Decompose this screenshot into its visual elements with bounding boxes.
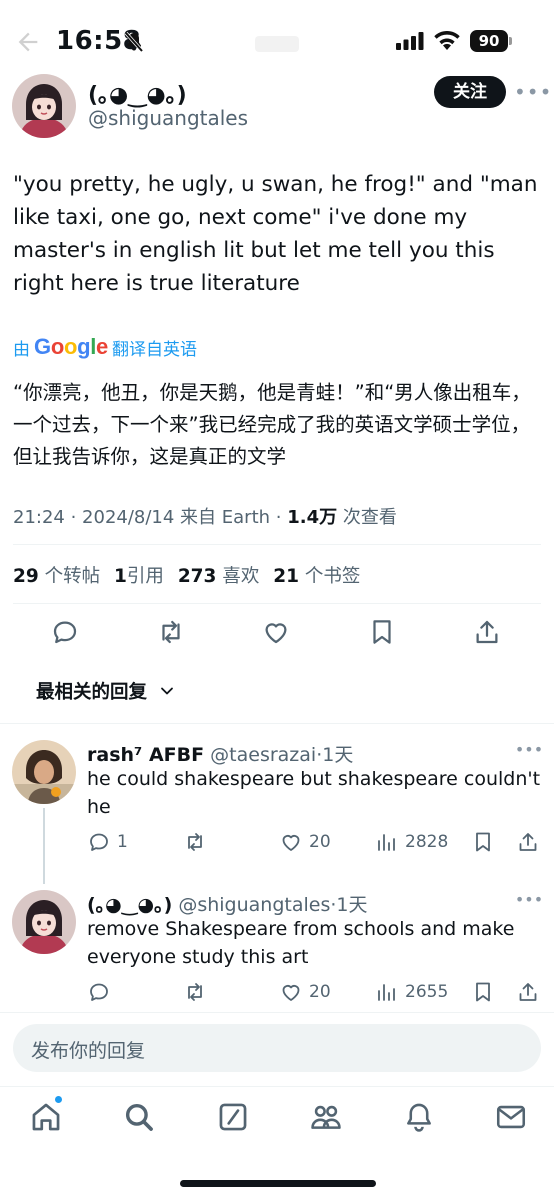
reply-icon xyxy=(90,833,108,851)
reply-like-action[interactable]: 20 xyxy=(279,830,331,854)
reply-share-action[interactable] xyxy=(516,980,540,1004)
notifications-icon[interactable] xyxy=(402,1100,436,1134)
ghost-header xyxy=(255,36,299,52)
reply-composer-input[interactable]: 发布你的回复 xyxy=(13,1024,541,1072)
reply-reply-action[interactable]: 1 xyxy=(87,830,128,854)
reply-author-name[interactable]: rash⁷ AFBF xyxy=(87,744,204,766)
like-icon xyxy=(282,985,300,1001)
reply-retweet-action[interactable] xyxy=(183,980,207,1004)
reply-header[interactable]: (｡◕‿◕｡) @shiguangtales·1天 xyxy=(87,890,367,917)
reply-bookmark-action[interactable] xyxy=(471,830,495,854)
reply-views-action[interactable]: 2828 xyxy=(375,830,448,854)
bookmark-icon[interactable] xyxy=(367,617,397,647)
views-label: 次查看 xyxy=(337,507,397,528)
divider xyxy=(0,1012,554,1013)
reply-avatar[interactable] xyxy=(12,890,76,954)
avatar-illustration xyxy=(12,890,76,954)
reply-bookmark-action[interactable] xyxy=(471,980,495,1004)
messages-icon[interactable] xyxy=(494,1100,528,1134)
reply-time: ·1天 xyxy=(330,894,368,916)
retweet-icon xyxy=(188,983,202,1001)
tweet-text: "you pretty, he ugly, u swan, he frog!" … xyxy=(13,172,538,296)
translate-suffix: 翻译自英语 xyxy=(111,339,197,360)
home-icon[interactable] xyxy=(29,1100,63,1134)
retweet-icon xyxy=(188,833,202,851)
retweet-icon[interactable] xyxy=(156,617,186,647)
share-icon xyxy=(519,983,537,1001)
translation-attribution[interactable]: 由 Google 翻译自英语 xyxy=(13,334,197,360)
avatar-photo xyxy=(12,740,76,804)
reply-icon xyxy=(90,983,108,1001)
tweet-meta: 21:24 · 2024/8/14 来自 Earth · 1.4万 次查看 xyxy=(13,503,397,529)
reply-text: remove Shakespeare from schools and make… xyxy=(87,918,515,968)
bookmark-icon xyxy=(476,832,490,852)
engagement-stats: 29 个转帖 1引用 273 喜欢 21 个书签 xyxy=(13,562,368,588)
reply-author-handle[interactable]: @shiguangtales xyxy=(178,894,330,916)
reply-count: 1 xyxy=(117,832,128,852)
battery-indicator: 90 xyxy=(470,30,508,52)
share-icon xyxy=(519,833,537,851)
author-display-name[interactable]: (｡◕‿◕｡) xyxy=(88,77,187,109)
tweet-timestamp: 21:24 · 2024/8/14 来自 Earth · xyxy=(13,507,288,528)
bookmarks-stat[interactable]: 21 个书签 xyxy=(273,566,360,587)
reply-reply-action[interactable] xyxy=(87,980,111,1004)
retweets-stat[interactable]: 29 个转帖 xyxy=(13,566,100,587)
likes-stat[interactable]: 273 喜欢 xyxy=(178,566,260,587)
bookmark-icon xyxy=(476,982,490,1002)
battery-nub xyxy=(509,37,512,45)
translate-prefix: 由 xyxy=(13,339,30,360)
divider xyxy=(0,1086,554,1087)
like-count: 20 xyxy=(309,832,331,852)
home-notification-dot xyxy=(54,1095,63,1104)
translated-text: “你漂亮，他丑，你是天鹅，他是青蛙！”和“男人像出租车，一个过去，下一个来”我已… xyxy=(13,381,531,468)
reply-avatar[interactable] xyxy=(12,740,76,804)
wifi-icon xyxy=(434,31,460,50)
reply-share-action[interactable] xyxy=(516,830,540,854)
silent-bell-icon xyxy=(124,31,144,53)
reply-sort-dropdown[interactable]: 最相关的回复 xyxy=(36,678,175,704)
reply-text: he could shakespeare but shakespeare cou… xyxy=(87,768,541,818)
signal-icon xyxy=(396,32,424,50)
search-icon[interactable] xyxy=(122,1100,156,1134)
reply-views-action[interactable]: 2655 xyxy=(375,980,448,1004)
like-icon[interactable] xyxy=(261,617,291,647)
more-options-icon[interactable]: ••• xyxy=(514,78,551,106)
thread-line xyxy=(43,808,45,884)
reply-more-icon[interactable]: ••• xyxy=(514,890,544,909)
reply-more-icon[interactable]: ••• xyxy=(514,740,544,759)
reply-icon[interactable] xyxy=(50,617,80,647)
status-bar: 16:58 90 xyxy=(0,0,554,80)
share-icon[interactable] xyxy=(472,617,502,647)
reply-time: ·1天 xyxy=(316,744,354,766)
home-indicator[interactable] xyxy=(180,1180,376,1187)
reply-author-name[interactable]: (｡◕‿◕｡) xyxy=(87,894,172,916)
like-icon xyxy=(282,835,300,851)
composer-placeholder: 发布你的回复 xyxy=(31,1040,146,1062)
view-count: 2655 xyxy=(405,982,449,1002)
divider xyxy=(13,544,541,545)
views-count: 1.4万 xyxy=(287,507,338,528)
follow-button[interactable]: 关注 xyxy=(434,76,506,108)
reply-author-handle[interactable]: @taesrazai xyxy=(210,744,316,766)
like-count: 20 xyxy=(309,982,331,1002)
sort-label: 最相关的回复 xyxy=(36,682,148,703)
back-arrow-icon[interactable] xyxy=(14,28,42,56)
google-logo: Google xyxy=(34,334,108,359)
divider xyxy=(13,603,541,604)
view-count: 2828 xyxy=(405,832,449,852)
views-icon xyxy=(378,834,395,851)
author-handle[interactable]: @shiguangtales xyxy=(88,106,248,130)
chevron-down-icon xyxy=(161,687,173,695)
reply-like-action[interactable]: 20 xyxy=(279,980,331,1004)
author-avatar[interactable] xyxy=(12,74,76,138)
quotes-stat[interactable]: 1引用 xyxy=(114,566,164,587)
reply-header[interactable]: rash⁷ AFBF @taesrazai·1天 xyxy=(87,740,353,767)
views-icon xyxy=(378,984,395,1001)
communities-icon[interactable] xyxy=(309,1100,343,1134)
divider xyxy=(0,723,554,724)
grok-icon[interactable] xyxy=(216,1100,250,1134)
avatar-illustration xyxy=(12,74,76,138)
reply-retweet-action[interactable] xyxy=(183,830,207,854)
